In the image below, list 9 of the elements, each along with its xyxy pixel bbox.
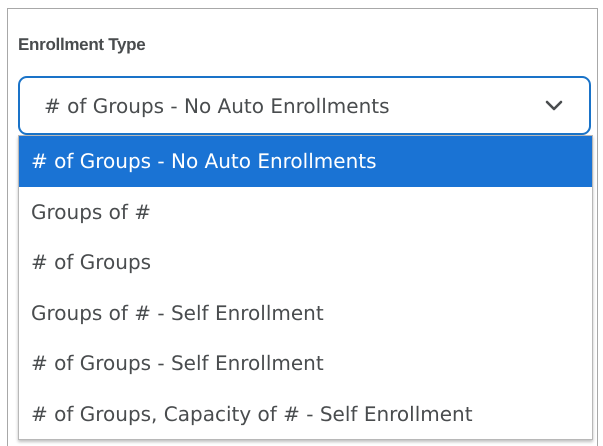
dropdown-option[interactable]: Groups of # - Self Enrollment: [19, 288, 592, 338]
enrollment-type-select[interactable]: # of Groups - No Auto Enrollments: [18, 76, 591, 135]
dropdown-option[interactable]: Groups of #: [19, 186, 592, 237]
dropdown-option[interactable]: # of Groups - Self Enrollment: [19, 338, 592, 388]
chevron-down-icon: [545, 100, 563, 111]
dropdown-option[interactable]: # of Groups: [19, 237, 592, 288]
field-label: Enrollment Type: [18, 34, 146, 56]
dropdown-option[interactable]: # of Groups - No Auto Enrollments: [19, 136, 592, 186]
dropdown-option[interactable]: # of Groups, Capacity of # - Self Enrollment: [19, 388, 592, 439]
